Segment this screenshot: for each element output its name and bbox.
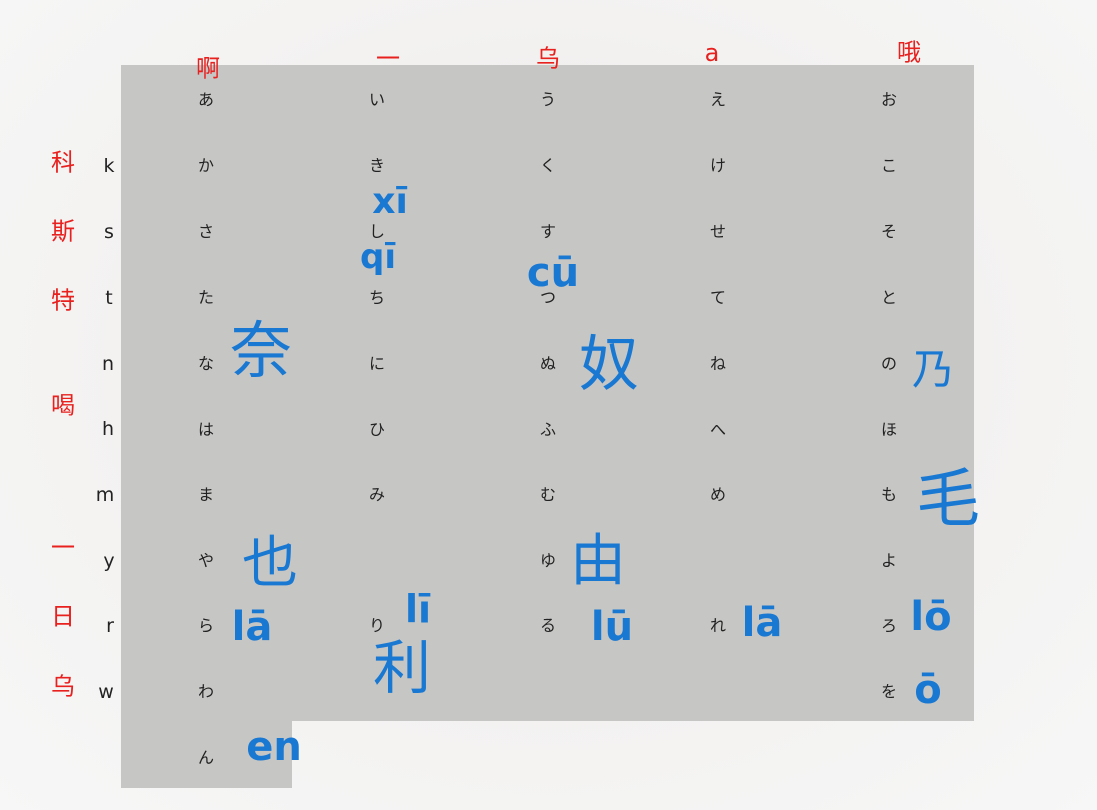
ink-nu: 奴 — [579, 330, 639, 400]
ink-ru: lū — [591, 604, 633, 650]
ink-yu: 由 — [570, 529, 626, 594]
ink-ra: lā — [232, 604, 273, 650]
handwriting-layer: xī qī cū 奈 奴 乃 毛 也 由 lā lī 利 lū lā lō ō … — [230, 181, 980, 770]
ink-na: 奈 — [230, 314, 292, 387]
ink-shi: qī — [360, 237, 396, 277]
ink-re: lā — [742, 600, 783, 646]
ink-ri: lī — [405, 587, 431, 631]
ink-no: 乃 — [912, 345, 954, 394]
ink-mo: 毛 — [916, 463, 980, 537]
ink-wo: ō — [914, 667, 941, 713]
ink-ki: xī — [372, 181, 408, 222]
ink-ro: lō — [910, 594, 951, 640]
ink-ri-char: 利 — [373, 634, 431, 702]
ink-su: cū — [527, 250, 579, 296]
ink-n: en — [246, 724, 302, 770]
ink-ya: 也 — [242, 531, 298, 596]
